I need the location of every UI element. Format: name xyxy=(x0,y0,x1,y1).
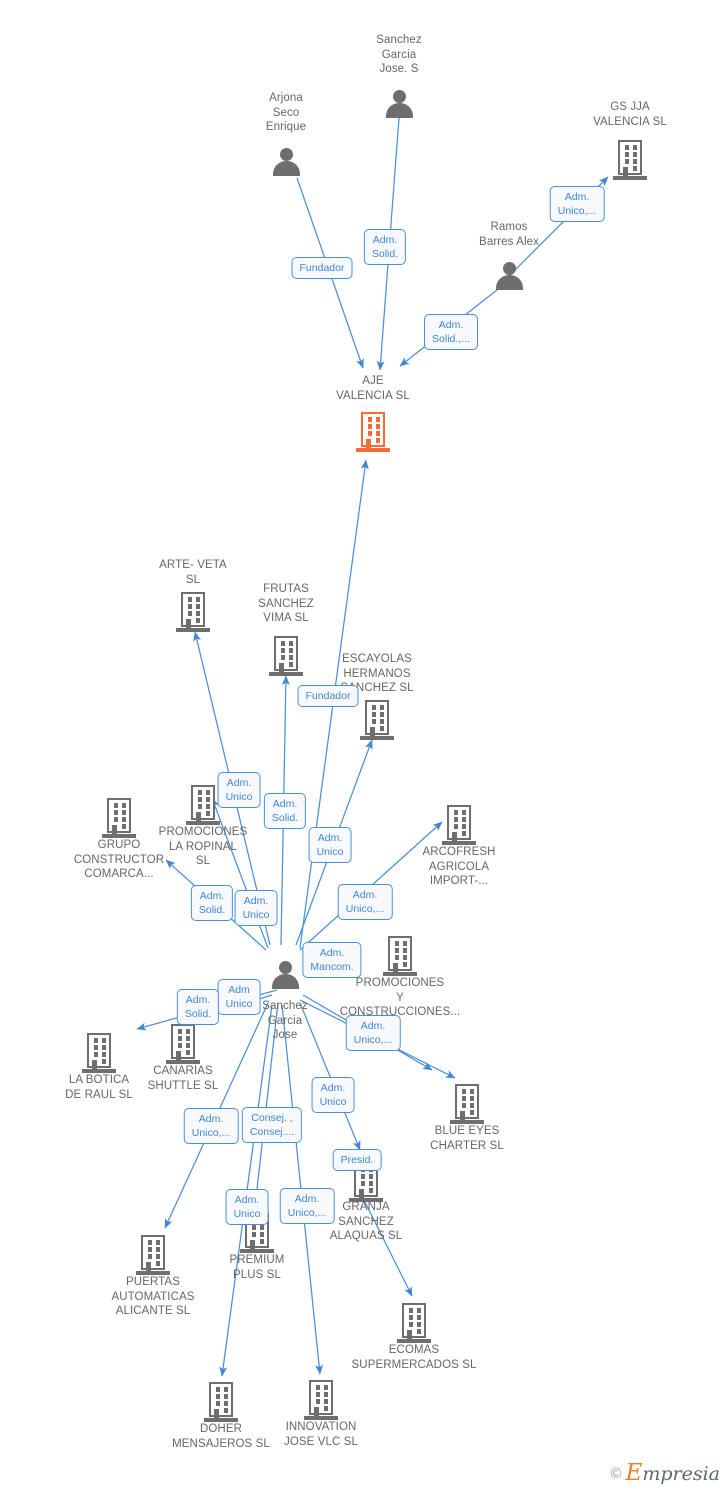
edge-label-el_adm_unico_premium[interactable]: Adm. Unico xyxy=(225,1189,269,1225)
node-label: CANARIAS SHUTTLE SL xyxy=(147,1065,219,1092)
node-innovation_jose_vlc[interactable]: INNOVATION JOSE VLC SL xyxy=(251,1420,391,1449)
building-icon xyxy=(360,700,394,740)
node-label: PROMOCIONES LA ROPINAL SL xyxy=(158,826,248,867)
building-icon xyxy=(383,936,417,976)
node-label: INNOVATION JOSE VLC SL xyxy=(284,1421,358,1448)
node-blue_eyes_charter[interactable]: BLUE EYES CHARTER SL xyxy=(397,1124,537,1153)
edge-label-el_adm_solid_grupo[interactable]: Adm. Solid. xyxy=(190,885,234,921)
edge-label-el_adm_mancom[interactable]: Adm. Mancom. xyxy=(302,942,362,978)
edge-label-el_adm_unico_blue[interactable]: Adm. Unico xyxy=(311,1077,355,1113)
building-icon-highlighted xyxy=(356,412,390,452)
building-icon xyxy=(613,140,647,180)
edge-label-el_adm_unico_doher[interactable]: Adm. Unico,... xyxy=(279,1188,335,1224)
node-icon-arcofresh_agricola_import[interactable] xyxy=(389,805,529,845)
node-icon-ramos_barres_alex[interactable] xyxy=(439,260,579,292)
node-icon-canarias_shuttle[interactable] xyxy=(113,1024,253,1064)
edge-label-el_adm_solid_frutas[interactable]: Adm. Solid. xyxy=(263,793,307,829)
node-aje_valencia[interactable]: AJE VALENCIA SL xyxy=(303,374,443,403)
building-icon xyxy=(442,805,476,845)
node-label: PUERTAS AUTOMATICAS ALICANTE SL xyxy=(111,1276,195,1317)
node-gs_jja_valencia[interactable]: GS JJA VALENCIA SL xyxy=(560,100,700,129)
node-icon-gs_jja_valencia[interactable] xyxy=(560,140,700,180)
building-icon xyxy=(450,1084,484,1124)
building-icon xyxy=(176,592,210,632)
edge-label-el_adm_unico_arco[interactable]: Adm. Unico,... xyxy=(337,884,393,920)
node-arjona_seco_enrique[interactable]: Arjona Seco Enrique xyxy=(216,91,356,135)
building-icon xyxy=(304,1380,338,1420)
building-icon xyxy=(269,636,303,676)
brand-name: Empresia xyxy=(626,1460,720,1486)
building-icon xyxy=(102,798,136,838)
node-label: AJE VALENCIA SL xyxy=(336,375,410,402)
node-sanchez_garcia_jose_s[interactable]: Sanchez Garcia Jose. S xyxy=(329,33,469,77)
edge-label-el_adm_solid_botica[interactable]: Adm. Solid. xyxy=(176,989,220,1025)
node-label: Ramos Barres Alex xyxy=(479,221,539,248)
node-label: FRUTAS SANCHEZ VIMA SL xyxy=(258,583,314,624)
brand-initial: E xyxy=(625,1460,643,1486)
edge-label-el_adm_unico_gsjja[interactable]: Adm. Unico,... xyxy=(549,186,605,222)
edge-label-el_adm_solid_ramos[interactable]: Adm. Solid.,... xyxy=(424,314,478,350)
node-label: BLUE EYES CHARTER SL xyxy=(430,1125,504,1152)
edge-label-el_fundador_escayolas[interactable]: Fundador xyxy=(297,685,359,707)
node-label: Arjona Seco Enrique xyxy=(265,92,307,133)
node-icon-ecomas_supermercados[interactable] xyxy=(344,1303,484,1343)
node-promociones_la_ropinal[interactable]: PROMOCIONES LA ROPINAL SL xyxy=(133,825,273,869)
building-icon xyxy=(136,1235,170,1275)
person-icon xyxy=(270,959,300,991)
node-frutas_sanchez_vima[interactable]: FRUTAS SANCHEZ VIMA SL xyxy=(216,582,356,626)
edge-label-el_adm_unico_puertas[interactable]: Adm. Unico,... xyxy=(183,1108,239,1144)
edge-label-el_adm_unico_promoc[interactable]: Adm. Unico,... xyxy=(345,1015,401,1051)
copyright-symbol: © xyxy=(610,1464,622,1482)
node-puertas_automaticas_alicante[interactable]: PUERTAS AUTOMATICAS ALICANTE SL xyxy=(83,1275,223,1319)
node-icon-aje_valencia[interactable] xyxy=(303,412,443,452)
brand-rest: mpresia xyxy=(642,1463,720,1485)
edge-label-el_adm_unico_ropinal2[interactable]: Adm. Unico xyxy=(234,890,278,926)
node-icon-innovation_jose_vlc[interactable] xyxy=(251,1380,391,1420)
node-label: ARCOFRESH AGRICOLA IMPORT-... xyxy=(422,846,496,887)
relationship-graph-canvas[interactable]: Sanchez Garcia Jose. S Arjona Seco Enriqu… xyxy=(0,0,728,1500)
person-icon xyxy=(494,260,524,292)
edge-label-el_fundador_arjona[interactable]: Fundador xyxy=(291,257,353,279)
node-icon-puertas_automaticas_alicante[interactable] xyxy=(83,1235,223,1275)
edge-label-el_adm_unico_canarias[interactable]: Adm Unico xyxy=(217,979,261,1015)
edge-label-el_consej[interactable]: Consej. , Consej.... xyxy=(241,1107,303,1143)
node-canarias_shuttle[interactable]: CANARIAS SHUTTLE SL xyxy=(113,1064,253,1093)
edge-label-el_adm_unico_ropinal[interactable]: Adm. Unico xyxy=(217,772,261,808)
node-label: Sanchez Garcia Jose. S xyxy=(376,34,422,75)
node-arcofresh_agricola_import[interactable]: ARCOFRESH AGRICOLA IMPORT-... xyxy=(389,845,529,889)
edge-label-el_presid[interactable]: Presid. xyxy=(332,1149,382,1171)
person-icon xyxy=(384,88,414,120)
building-icon xyxy=(204,1382,238,1422)
node-icon-blue_eyes_charter[interactable] xyxy=(397,1084,537,1124)
building-icon xyxy=(397,1303,431,1343)
node-label: GS JJA VALENCIA SL xyxy=(593,101,667,128)
building-icon xyxy=(166,1024,200,1064)
node-icon-arjona_seco_enrique[interactable] xyxy=(216,146,356,178)
watermark: © Empresia xyxy=(610,1460,720,1486)
node-ecomas_supermercados[interactable]: ECOMAS SUPERMERCADOS SL xyxy=(344,1343,484,1372)
node-label: ECOMAS SUPERMERCADOS SL xyxy=(351,1344,477,1371)
person-icon xyxy=(271,146,301,178)
node-ramos_barres_alex[interactable]: Ramos Barres Alex xyxy=(439,220,579,249)
building-icon xyxy=(186,785,220,825)
building-icon xyxy=(82,1033,116,1073)
edge-label-el_adm_solid_sgjs[interactable]: Adm. Solid. xyxy=(363,229,407,265)
edge-label-el_adm_unico_escay[interactable]: Adm. Unico xyxy=(308,827,352,863)
